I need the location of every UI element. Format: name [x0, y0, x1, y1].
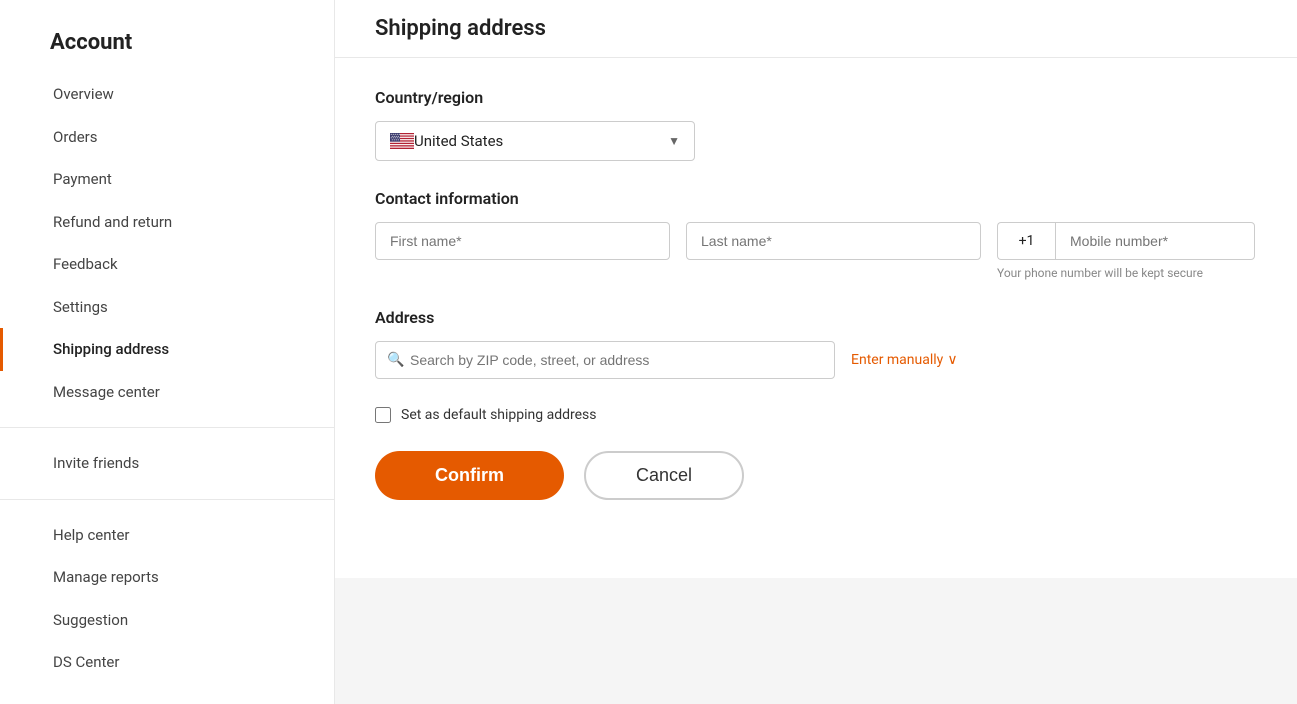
main-content: Shipping address Country/region — [335, 0, 1297, 704]
sidebar-item-message-center[interactable]: Message center — [0, 371, 334, 414]
sidebar-item-shipping-address[interactable]: Shipping address — [0, 328, 334, 371]
sidebar-divider-1 — [0, 427, 334, 428]
address-section-title: Address — [375, 308, 1257, 327]
phone-note: Your phone number will be kept secure — [997, 266, 1255, 280]
firstname-input[interactable] — [375, 222, 670, 260]
enter-manually-button[interactable]: Enter manually ∨ — [851, 352, 958, 368]
search-icon: 🔍 — [387, 352, 404, 368]
sidebar-item-ds-center[interactable]: DS Center — [0, 641, 334, 684]
sidebar-item-feedback[interactable]: Feedback — [0, 243, 334, 286]
sidebar-item-orders[interactable]: Orders — [0, 116, 334, 159]
mobile-input[interactable] — [1055, 222, 1255, 260]
sidebar-title: Account — [0, 20, 334, 73]
sidebar-item-suggestion[interactable]: Suggestion — [0, 599, 334, 642]
country-select[interactable]: ★★★★★ ★★★★ ★★★★★ ★★★★ United States ▼ — [375, 121, 695, 161]
sidebar: Account Overview Orders Payment Refund a… — [0, 0, 335, 704]
sidebar-item-refund-return[interactable]: Refund and return — [0, 201, 334, 244]
chevron-down-icon: ▼ — [668, 134, 680, 148]
phone-group: +1 Your phone number will be kept secure — [997, 222, 1255, 280]
address-section: Address 🔍 Enter manually ∨ — [375, 308, 1257, 379]
sidebar-item-invite-friends[interactable]: Invite friends — [0, 442, 334, 485]
phone-row: +1 — [997, 222, 1255, 260]
lastname-input[interactable] — [686, 222, 981, 260]
contact-row: +1 Your phone number will be kept secure — [375, 222, 1257, 280]
default-address-label[interactable]: Set as default shipping address — [401, 407, 597, 423]
phone-code: +1 — [997, 222, 1055, 260]
sidebar-item-settings[interactable]: Settings — [0, 286, 334, 329]
cancel-button[interactable]: Cancel — [584, 451, 744, 500]
country-value: United States — [414, 132, 660, 150]
button-row: Confirm Cancel — [375, 451, 1257, 500]
country-section-title: Country/region — [375, 88, 1257, 107]
address-search-row: 🔍 Enter manually ∨ — [375, 341, 1257, 379]
chevron-down-icon-manual: ∨ — [947, 352, 957, 368]
sidebar-item-payment[interactable]: Payment — [0, 158, 334, 201]
form-container: Country/region — [335, 58, 1297, 578]
default-address-checkbox-row: Set as default shipping address — [375, 407, 1257, 423]
address-search-input[interactable] — [375, 341, 835, 379]
enter-manually-label: Enter manually — [851, 352, 943, 368]
us-flag-icon: ★★★★★ ★★★★ ★★★★★ ★★★★ — [390, 133, 414, 149]
confirm-button[interactable]: Confirm — [375, 451, 564, 500]
page-header: Shipping address — [335, 0, 1297, 58]
search-input-wrapper: 🔍 — [375, 341, 835, 379]
sidebar-divider-2 — [0, 499, 334, 500]
contact-section-title: Contact information — [375, 189, 1257, 208]
contact-section: Contact information +1 Your phone number… — [375, 189, 1257, 280]
page-title: Shipping address — [375, 16, 1257, 41]
sidebar-item-help-center[interactable]: Help center — [0, 514, 334, 557]
sidebar-item-manage-reports[interactable]: Manage reports — [0, 556, 334, 599]
default-address-checkbox[interactable] — [375, 407, 391, 423]
country-section: Country/region — [375, 88, 1257, 161]
sidebar-item-overview[interactable]: Overview — [0, 73, 334, 116]
